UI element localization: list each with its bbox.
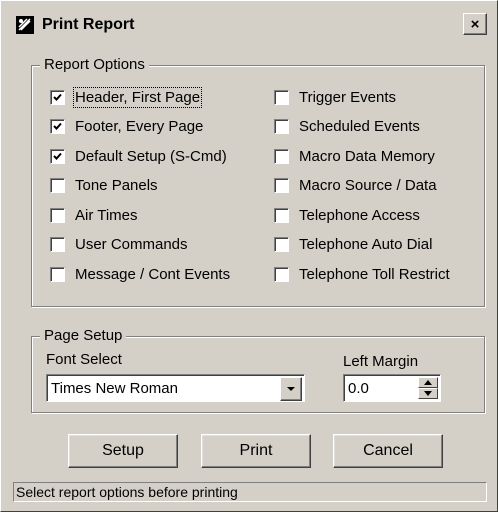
spinner-buttons xyxy=(418,377,438,399)
checkbox-row-right-0[interactable]: Trigger Events xyxy=(274,86,396,108)
checkbox[interactable] xyxy=(274,148,289,164)
checkbox-row-right-1[interactable]: Scheduled Events xyxy=(274,116,420,138)
checkbox[interactable] xyxy=(50,178,65,193)
checkbox-label: Footer, Every Page xyxy=(75,118,204,135)
checkbox-row-right-4[interactable]: Telephone Access xyxy=(274,204,420,226)
checkbox-label: Scheduled Events xyxy=(299,118,420,135)
checkbox[interactable] xyxy=(274,237,289,252)
print-button[interactable]: Print xyxy=(201,434,311,468)
checkbox-row-right-5[interactable]: Telephone Auto Dial xyxy=(274,234,432,256)
checkbox-row-left-6[interactable]: Message / Cont Events xyxy=(50,263,230,285)
left-margin-value: 0.0 xyxy=(348,379,369,397)
checkbox-label: Header, First Page xyxy=(72,86,203,108)
title-bar[interactable]: Print Report × xyxy=(11,11,489,38)
printer-app-icon xyxy=(14,14,36,36)
checkbox-label: Macro Source / Data xyxy=(299,177,437,194)
checkbox-label: Macro Data Memory xyxy=(299,147,435,165)
print-report-dialog: Print Report × Report Options Header, Fi… xyxy=(0,0,498,512)
checkbox-row-left-0[interactable]: Header, First Page xyxy=(50,86,203,108)
window-title: Print Report xyxy=(42,15,135,33)
arrow-up-icon xyxy=(424,380,432,385)
checkbox[interactable] xyxy=(50,89,65,105)
arrow-down-icon xyxy=(424,391,432,396)
checkbox-label: Trigger Events xyxy=(299,88,396,106)
status-bar: Select report options before printing xyxy=(13,482,487,502)
spin-up-button[interactable] xyxy=(418,377,438,388)
checkbox-label: User Commands xyxy=(75,236,188,253)
checkbox-label: Message / Cont Events xyxy=(75,265,231,283)
checkbox-row-right-3[interactable]: Macro Source / Data xyxy=(274,175,437,197)
close-icon: × xyxy=(470,15,480,33)
page-setup-group: Page Setup Font Select Times New Roman L… xyxy=(31,327,485,413)
checkbox[interactable] xyxy=(274,178,289,193)
spin-down-button[interactable] xyxy=(418,388,438,399)
cancel-button[interactable]: Cancel xyxy=(333,434,443,468)
font-select-value: Times New Roman xyxy=(51,379,178,397)
checkmark-icon xyxy=(53,152,62,160)
left-margin-spinner[interactable]: 0.0 xyxy=(343,374,441,402)
checkbox-label: Telephone Access xyxy=(299,206,420,224)
checkbox-label: Tone Panels xyxy=(75,177,158,194)
checkbox-label: Telephone Toll Restrict xyxy=(299,265,450,283)
close-button[interactable]: × xyxy=(463,13,487,35)
checkbox[interactable] xyxy=(274,119,289,134)
checkbox[interactable] xyxy=(50,207,65,223)
checkbox[interactable] xyxy=(50,148,65,164)
checkbox-row-left-5[interactable]: User Commands xyxy=(50,234,188,256)
report-options-label: Report Options xyxy=(40,56,149,74)
checkbox[interactable] xyxy=(50,266,65,282)
checkbox[interactable] xyxy=(274,89,289,105)
chevron-down-icon xyxy=(287,387,295,391)
checkbox-row-left-3[interactable]: Tone Panels xyxy=(50,175,158,197)
checkbox-row-left-4[interactable]: Air Times xyxy=(50,204,138,226)
report-options-group: Report Options Header, First Page Footer,… xyxy=(31,56,485,307)
checkbox-row-right-6[interactable]: Telephone Toll Restrict xyxy=(274,263,450,285)
checkbox-row-left-1[interactable]: Footer, Every Page xyxy=(50,116,203,138)
setup-button[interactable]: Setup xyxy=(68,434,178,468)
checkbox-row-left-2[interactable]: Default Setup (S-Cmd) xyxy=(50,145,227,167)
checkbox-label: Default Setup (S-Cmd) xyxy=(75,147,227,165)
checkbox-label: Telephone Auto Dial xyxy=(299,236,433,253)
checkbox[interactable] xyxy=(50,237,65,252)
checkbox[interactable] xyxy=(50,119,65,134)
left-margin-label: Left Margin xyxy=(343,353,419,370)
checkbox-row-right-2[interactable]: Macro Data Memory xyxy=(274,145,435,167)
font-select-dropdown[interactable]: Times New Roman xyxy=(46,374,305,402)
checkbox[interactable] xyxy=(274,207,289,223)
dropdown-button[interactable] xyxy=(280,377,302,401)
checkbox-label: Air Times xyxy=(75,206,138,224)
font-select-label: Font Select xyxy=(46,351,122,368)
checkmark-icon xyxy=(53,122,62,130)
status-text: Select report options before printing xyxy=(16,484,238,500)
checkbox[interactable] xyxy=(274,266,289,282)
page-setup-label: Page Setup xyxy=(40,327,127,345)
checkmark-icon xyxy=(53,93,62,101)
